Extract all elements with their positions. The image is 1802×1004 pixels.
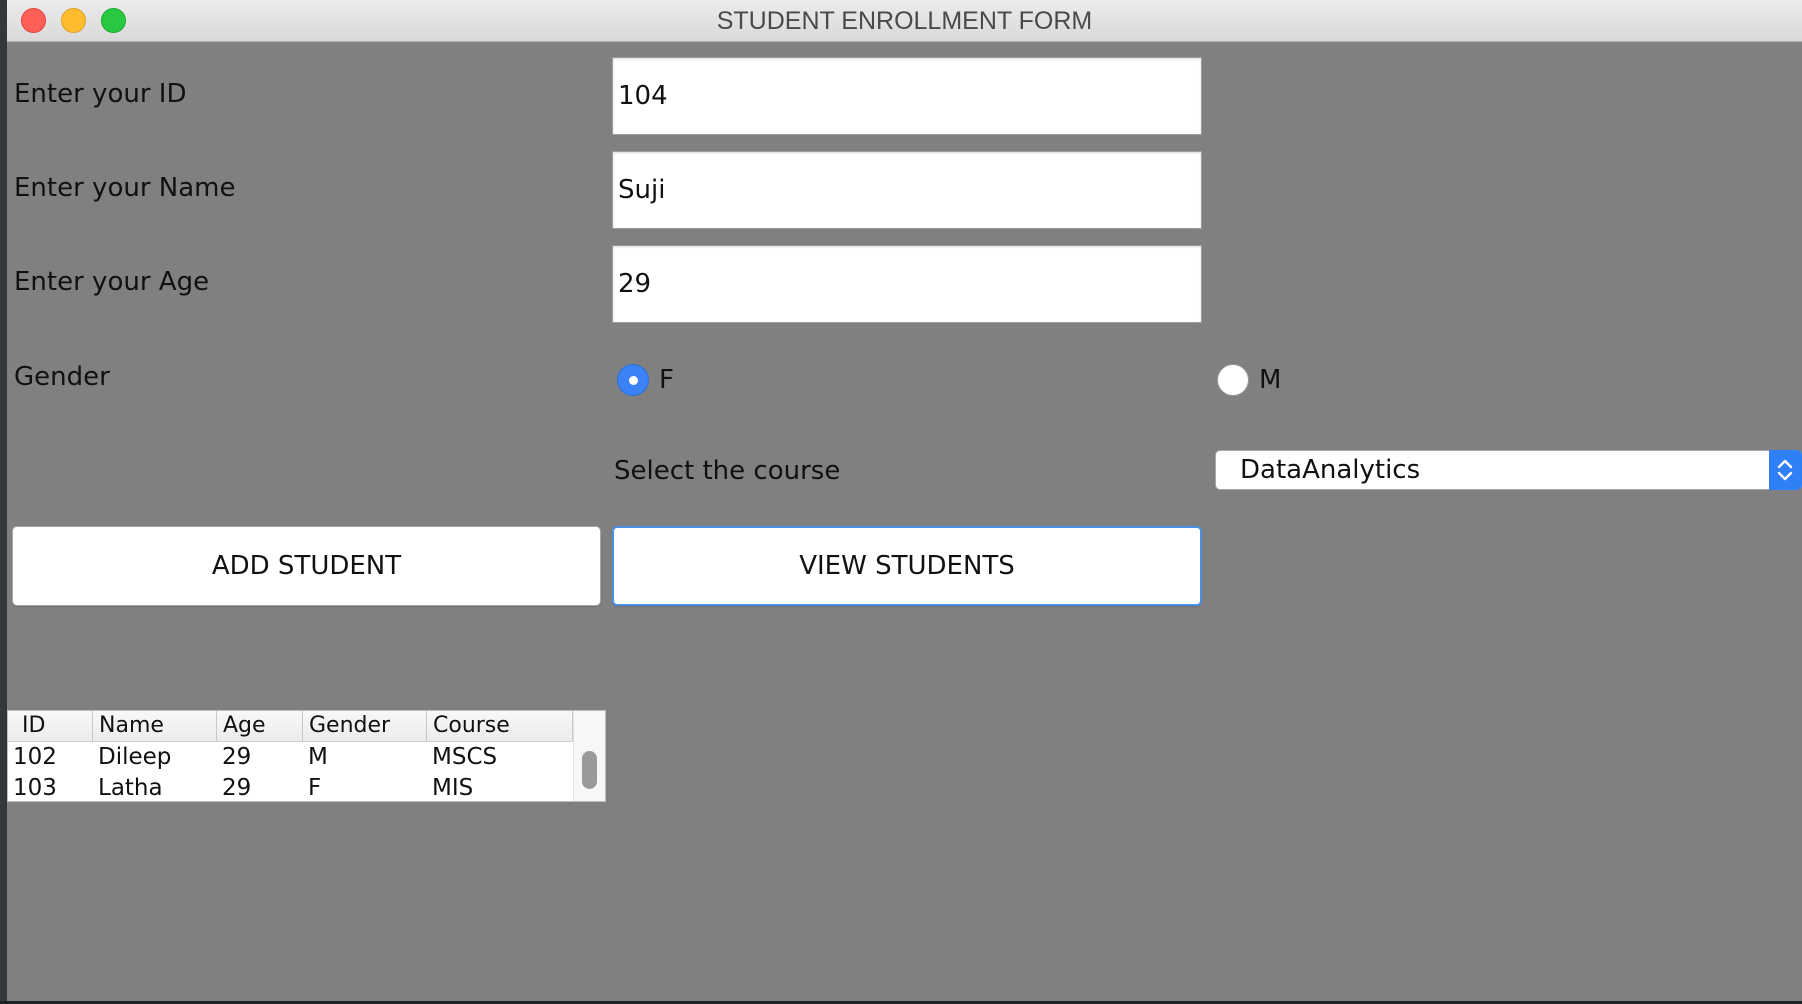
gender-m-label[interactable]: M (1259, 365, 1281, 395)
column-header-name[interactable]: Name (93, 711, 217, 741)
age-field[interactable]: 29 (612, 245, 1202, 323)
background-terminal-edge (0, 0, 7, 1004)
column-header-age[interactable]: Age (217, 711, 303, 741)
window-title: STUDENT ENROLLMENT FORM (716, 7, 1093, 35)
cell-age: 29 (222, 775, 252, 801)
cell-id: 103 (13, 775, 57, 801)
scrollbar-thumb[interactable] (582, 751, 597, 789)
table-scrollbar[interactable] (573, 711, 605, 801)
cell-age: 29 (222, 744, 252, 770)
cell-course: MSCS (432, 744, 498, 770)
column-header-gender[interactable]: Gender (303, 711, 427, 741)
cell-name: Latha (98, 775, 163, 801)
title-bar[interactable]: STUDENT ENROLLMENT FORM (7, 0, 1802, 42)
course-selected-value: DataAnalytics (1240, 455, 1421, 485)
table-header: ID Name Age Gender Course (8, 711, 573, 742)
add-student-button[interactable]: ADD STUDENT (12, 526, 601, 606)
enrollment-window: STUDENT ENROLLMENT FORM Enter your ID 10… (7, 0, 1802, 1001)
cell-name: Dileep (98, 744, 172, 770)
id-label: Enter your ID (14, 79, 187, 109)
column-header-course[interactable]: Course (427, 711, 573, 741)
age-label: Enter your Age (14, 267, 210, 297)
id-field[interactable]: 104 (612, 57, 1202, 135)
cell-id: 102 (13, 744, 57, 770)
gender-f-label[interactable]: F (659, 365, 674, 395)
column-header-id[interactable]: ID (8, 711, 93, 741)
gender-m-radio[interactable] (1217, 364, 1249, 396)
course-label: Select the course (614, 456, 841, 486)
cell-course: MIS (432, 775, 474, 801)
name-label: Enter your Name (14, 173, 236, 203)
table-row[interactable]: 102 Dileep 29 M MSCS (8, 742, 573, 773)
gender-label: Gender (14, 362, 110, 392)
course-select[interactable]: DataAnalytics (1215, 450, 1802, 490)
cell-gender: M (308, 744, 328, 770)
students-table[interactable]: ID Name Age Gender Course 102 Dileep 29 … (7, 710, 606, 802)
view-students-button[interactable]: VIEW STUDENTS (612, 526, 1202, 606)
gender-f-radio[interactable] (617, 364, 649, 396)
select-arrows-icon[interactable] (1769, 450, 1802, 490)
name-field[interactable]: Suji (612, 151, 1202, 229)
table-row[interactable]: 103 Latha 29 F MIS (8, 773, 573, 801)
cell-gender: F (308, 775, 322, 801)
